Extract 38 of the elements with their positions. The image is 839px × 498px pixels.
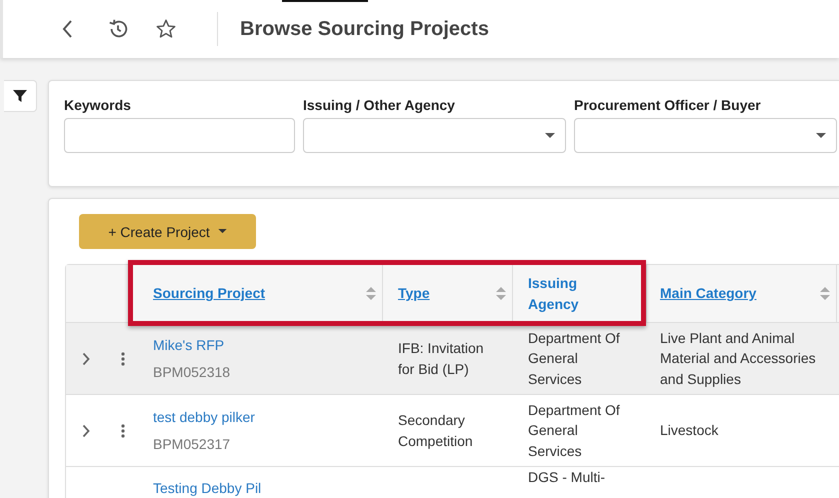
project-link[interactable]: Mike's RFP xyxy=(153,335,224,356)
column-header[interactable]: Issuing Agency xyxy=(513,265,647,322)
more-menu-icon[interactable] xyxy=(120,352,124,366)
back-icon[interactable] xyxy=(61,19,73,39)
table-cell-text: Department Of General Services xyxy=(528,400,621,461)
filter-icon xyxy=(13,89,27,103)
project-link[interactable]: Testing Debby Pil xyxy=(153,480,262,496)
project-link[interactable]: test debby pilker xyxy=(153,407,255,428)
more-menu-icon[interactable] xyxy=(120,424,124,438)
table-cell-text: IFB: Invitation for Bid (LP) xyxy=(398,339,485,379)
column-header[interactable]: Type xyxy=(383,265,513,322)
caret-icon xyxy=(816,133,826,139)
table-cell: DGS - Multi- xyxy=(528,469,605,485)
text-field[interactable] xyxy=(64,118,295,153)
table-cell-text: Live Plant and Animal Material and Accessories and Supplies xyxy=(660,328,817,389)
expand-chevron-icon[interactable] xyxy=(82,352,90,366)
column-header[interactable]: Sourcing Project xyxy=(140,265,383,322)
project-id: BPM052318 xyxy=(153,362,230,382)
project-id: BPM052317 xyxy=(153,434,230,454)
caret-icon xyxy=(218,229,227,234)
filter-label: Keywords xyxy=(64,97,132,113)
column-header[interactable]: Main Category xyxy=(647,265,837,322)
table-cell-text: Department Of General Services xyxy=(528,328,621,389)
dropdown-field[interactable] xyxy=(303,118,566,153)
star-icon[interactable] xyxy=(155,18,177,40)
history-icon[interactable] xyxy=(107,18,129,40)
filter-label: Issuing / Other Agency xyxy=(303,97,456,113)
dropdown-field[interactable] xyxy=(574,118,837,153)
filter-button[interactable] xyxy=(4,80,37,112)
expand-chevron-icon[interactable] xyxy=(82,424,90,438)
table-cell-text: Livestock xyxy=(660,421,718,440)
table-cell-text: Secondary Competition xyxy=(398,411,474,451)
create-project-button[interactable]: + Create Project xyxy=(79,214,256,249)
table-row[interactable]: test debby pilker BPM052317 Secondary Competition Department Of General Services Livestock xyxy=(66,395,839,467)
table-row[interactable]: Mike's RFP BPM052318 IFB: Invitation for Bid (LP) Department Of General Services Live Plant and Animal Material and Accessories and Supplies xyxy=(66,323,839,395)
page-title: Browse Sourcing Projects xyxy=(240,18,489,40)
filter-label: Procurement Officer / Buyer xyxy=(574,97,762,113)
caret-icon xyxy=(545,133,555,139)
